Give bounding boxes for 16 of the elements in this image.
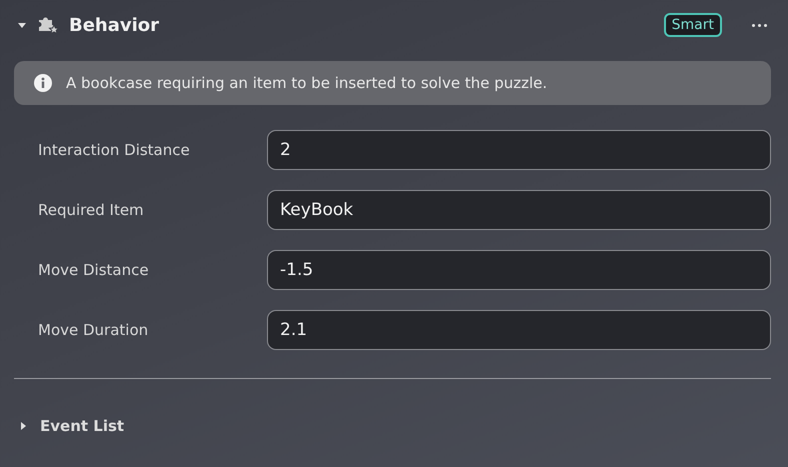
event-list-title: Event List [40,417,124,435]
input-field[interactable]: 2.1 [267,310,771,350]
field-label: Required Item [37,201,145,219]
puzzle-star-icon [37,15,59,35]
section-title: Behavior [69,14,160,36]
info-icon [34,74,52,92]
input-field[interactable]: -1.5 [267,250,771,290]
smart-badge: Smart [664,13,722,37]
caret-icon[interactable] [18,421,28,431]
info-text: A bookcase requiring an item to be inserted to solve the puzzle. [66,74,548,92]
caret-icon[interactable] [17,20,27,30]
field-label: Move Duration [37,321,150,339]
input-field[interactable]: 2 [267,130,771,170]
input-field[interactable]: KeyBook [267,190,771,230]
field-label: Interaction Distance [37,141,191,159]
field-label: Move Distance [37,261,150,279]
